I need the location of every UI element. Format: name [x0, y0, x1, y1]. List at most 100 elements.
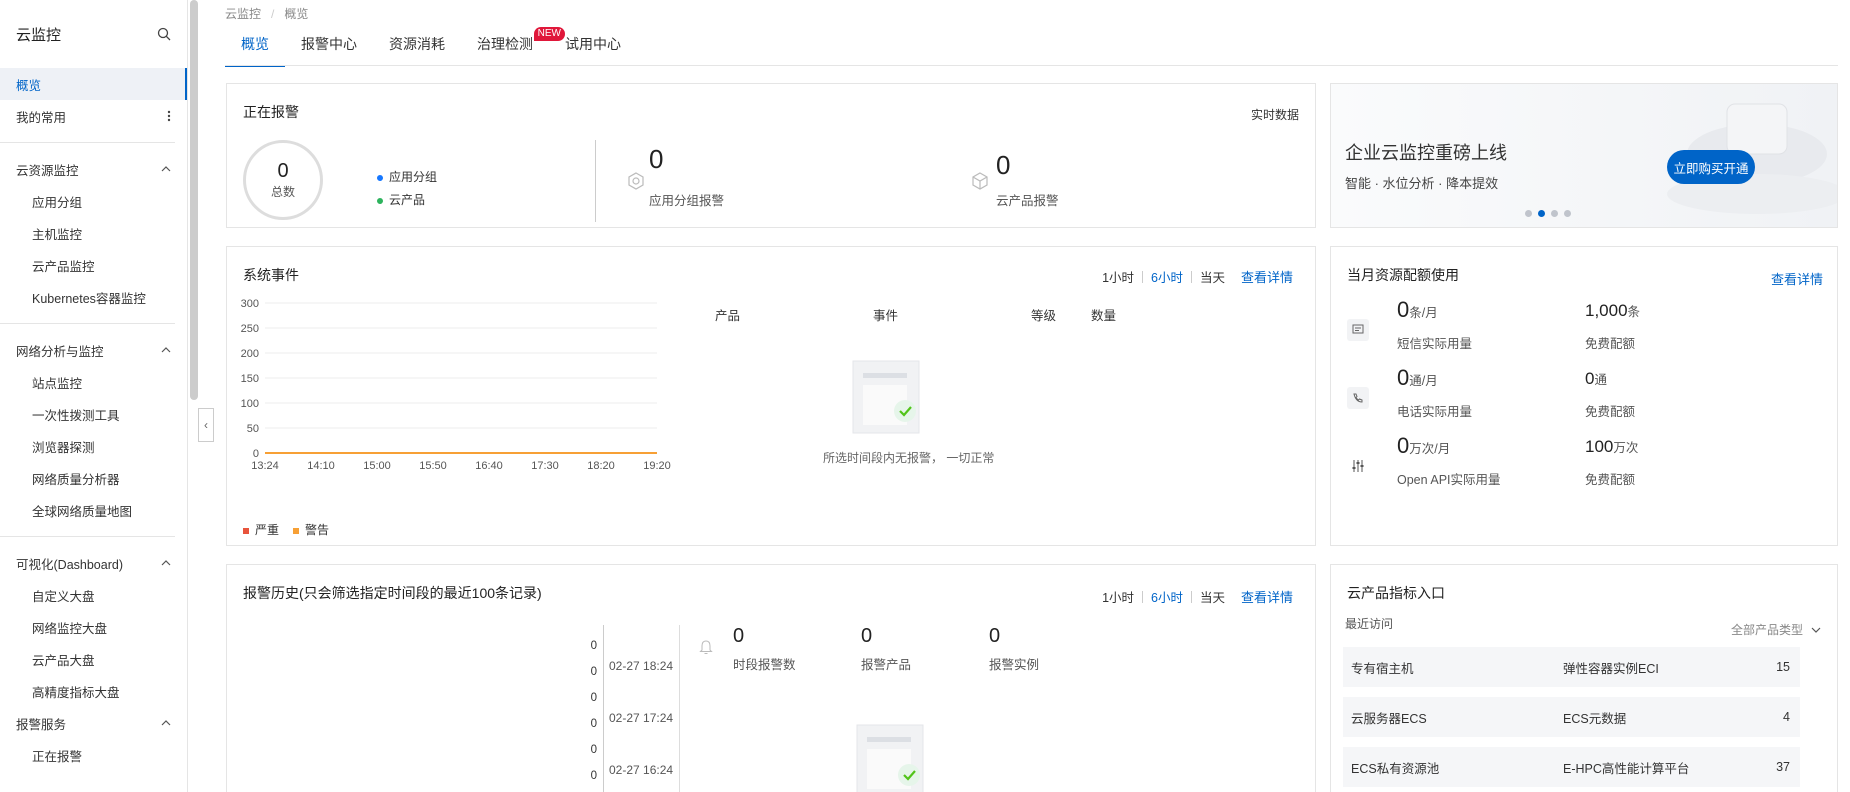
carousel-dot[interactable] — [1564, 210, 1571, 217]
breadcrumb-item[interactable]: 云监控 — [225, 7, 261, 21]
product-metrics-card: 云产品指标入口 最近访问 全部产品类型 专有宿主机9 弹性容器实例ECI 15 云… — [1330, 564, 1838, 792]
tab-overview[interactable]: 概览 — [225, 34, 285, 67]
product-entry[interactable]: E-HPC高性能计算平台 37 — [1555, 747, 1800, 787]
legend-item[interactable]: 严重 — [243, 521, 279, 538]
column-header: 产品 — [715, 309, 741, 323]
range-6h[interactable]: 6小时 — [1143, 267, 1191, 286]
range-1h[interactable]: 1小时 — [1094, 587, 1142, 606]
product-entry[interactable]: 专有宿主机9 — [1343, 647, 1588, 687]
legend-swatch — [293, 528, 300, 534]
sidebar-group-label: 可视化(Dashboard) — [16, 557, 123, 572]
total-value: 0 — [277, 160, 289, 182]
product-entry[interactable]: 云服务器ECS159 — [1343, 697, 1588, 737]
sidebar-header: 云监控 — [0, 0, 187, 68]
stat-value: 0 — [989, 625, 1001, 647]
legend-item[interactable]: 警告 — [293, 521, 329, 538]
sidebar-group-alarm[interactable]: 报警服务 — [0, 707, 187, 739]
promo-banner[interactable]: 企业云监控重磅上线 智能 · 水位分析 · 降本提效 立即购买开通 — [1330, 83, 1838, 228]
buy-now-button[interactable]: 立即购买开通 — [1667, 150, 1755, 184]
view-details-link[interactable]: 查看详情 — [1233, 267, 1301, 286]
timeline-value: 0 — [590, 718, 597, 730]
sidebar-item-browser[interactable]: 浏览器探测 — [0, 430, 187, 462]
quota-used-unit: 条/月 — [1409, 306, 1438, 320]
sidebar-item-product-dash[interactable]: 云产品大盘 — [0, 643, 187, 675]
column-header: 事件 — [873, 309, 899, 323]
tab-resource[interactable]: 资源消耗 — [389, 34, 445, 66]
tab-alarm-center[interactable]: 报警中心 — [301, 34, 357, 66]
sidebar-group-dashboard[interactable]: 可视化(Dashboard) — [0, 547, 187, 579]
sidebar-item-net-dash[interactable]: 网络监控大盘 — [0, 611, 187, 643]
carousel-dots — [1525, 210, 1571, 217]
y-tick-label: 250 — [241, 323, 259, 335]
carousel-dot[interactable] — [1525, 210, 1532, 217]
collapse-sidebar-button[interactable]: ‹ — [198, 408, 214, 442]
y-tick-label: 150 — [241, 373, 259, 385]
sidebar-group-label: 云资源监控 — [16, 163, 79, 178]
product-name: 专有宿主机 — [1351, 661, 1414, 676]
tab-governance[interactable]: 治理检测 NEW — [477, 27, 565, 66]
chevron-up-icon — [161, 166, 171, 172]
product-type-select[interactable]: 全部产品类型 — [1731, 621, 1821, 638]
range-1h[interactable]: 1小时 — [1094, 267, 1142, 286]
quota-card: 当月资源配额使用 查看详情 0条/月 短信实际用量 1,000条 免费配额 0通… — [1330, 246, 1838, 546]
quota-used-label: 短信实际用量 — [1397, 337, 1473, 351]
card-title: 正在报警 — [243, 104, 299, 120]
bell-icon — [699, 640, 713, 654]
sidebar-item-kubernetes[interactable]: Kubernetes容器监控 — [0, 281, 187, 313]
y-tick-label: 0 — [253, 448, 259, 460]
legend-dot — [377, 175, 383, 181]
api-sliders-icon — [1347, 455, 1369, 477]
timeline-value: 0 — [590, 666, 597, 678]
view-details-link[interactable]: 查看详情 — [1233, 587, 1301, 606]
sidebar-item-net-quality[interactable]: 网络质量分析器 — [0, 462, 187, 494]
view-details-link[interactable]: 查看详情 — [1771, 269, 1823, 288]
stat-label: 时段报警数 — [733, 658, 796, 672]
search-icon[interactable] — [157, 27, 171, 41]
product-entry[interactable]: ECS元数据 4 — [1555, 697, 1800, 737]
carousel-dot-active[interactable] — [1538, 210, 1545, 217]
app-alarm-value: 0 — [649, 144, 664, 174]
timeline-value: 0 — [590, 770, 597, 782]
x-tick-label: 15:00 — [363, 460, 391, 472]
sidebar-item-favorites[interactable]: 我的常用 — [0, 100, 187, 132]
x-tick-label: 18:20 — [587, 460, 615, 472]
ring-legend: 应用分组 云产品 — [377, 168, 437, 208]
timeline-axis — [603, 625, 604, 792]
timeline-value: 0 — [590, 692, 597, 704]
sidebar-item-site[interactable]: 站点监控 — [0, 366, 187, 398]
tab-trial[interactable]: 试用中心 — [565, 34, 621, 66]
legend-label: 应用分组 — [389, 170, 438, 184]
quota-free-value: 100 — [1585, 437, 1614, 456]
sidebar-item-alerting[interactable]: 正在报警 — [0, 739, 187, 771]
sidebar-item-host[interactable]: 主机监控 — [0, 217, 187, 249]
product-name: 弹性容器实例ECI — [1563, 661, 1659, 676]
range-today[interactable]: 当天 — [1192, 587, 1233, 606]
divider — [0, 323, 175, 324]
chevron-up-icon — [161, 720, 171, 726]
product-count: 4 — [1783, 710, 1790, 724]
stat-label: 报警产品 — [861, 658, 912, 672]
legend-label: 严重 — [255, 523, 280, 537]
range-today[interactable]: 当天 — [1192, 267, 1233, 286]
legend-dot — [377, 198, 383, 204]
empty-state-text: 所选时间段内无报警， 一切正常 — [823, 451, 995, 465]
sidebar-item-hp-dash[interactable]: 高精度指标大盘 — [0, 675, 187, 707]
alarm-history-card: 报警历史(只会筛选指定时间段的最近100条记录) 1小时 6小时 当天 查看详情… — [226, 564, 1316, 792]
sidebar-group-cloud[interactable]: 云资源监控 — [0, 153, 187, 185]
product-entry[interactable]: ECS私有资源池10 — [1343, 747, 1588, 787]
carousel-dot[interactable] — [1551, 210, 1558, 217]
sidebar-item-probe-tool[interactable]: 一次性拨测工具 — [0, 398, 187, 430]
sidebar-item-custom-dash[interactable]: 自定义大盘 — [0, 579, 187, 611]
chevron-up-icon — [161, 347, 171, 353]
range-6h[interactable]: 6小时 — [1143, 587, 1191, 606]
sidebar-group-network[interactable]: 网络分析与监控 — [0, 334, 187, 366]
product-entry[interactable]: 弹性容器实例ECI 15 — [1555, 647, 1800, 687]
product-name: ECS私有资源池 — [1351, 761, 1440, 776]
sidebar-item-overview[interactable]: 概览 — [0, 68, 187, 100]
sidebar-item-app-group[interactable]: 应用分组 — [0, 185, 187, 217]
sidebar-scrollbar[interactable] — [190, 0, 198, 400]
sidebar-item-global-map[interactable]: 全球网络质量地图 — [0, 494, 187, 526]
more-icon[interactable] — [167, 110, 171, 122]
legend-label: 云产品 — [389, 193, 426, 207]
sidebar-item-cloud-product[interactable]: 云产品监控 — [0, 249, 187, 281]
